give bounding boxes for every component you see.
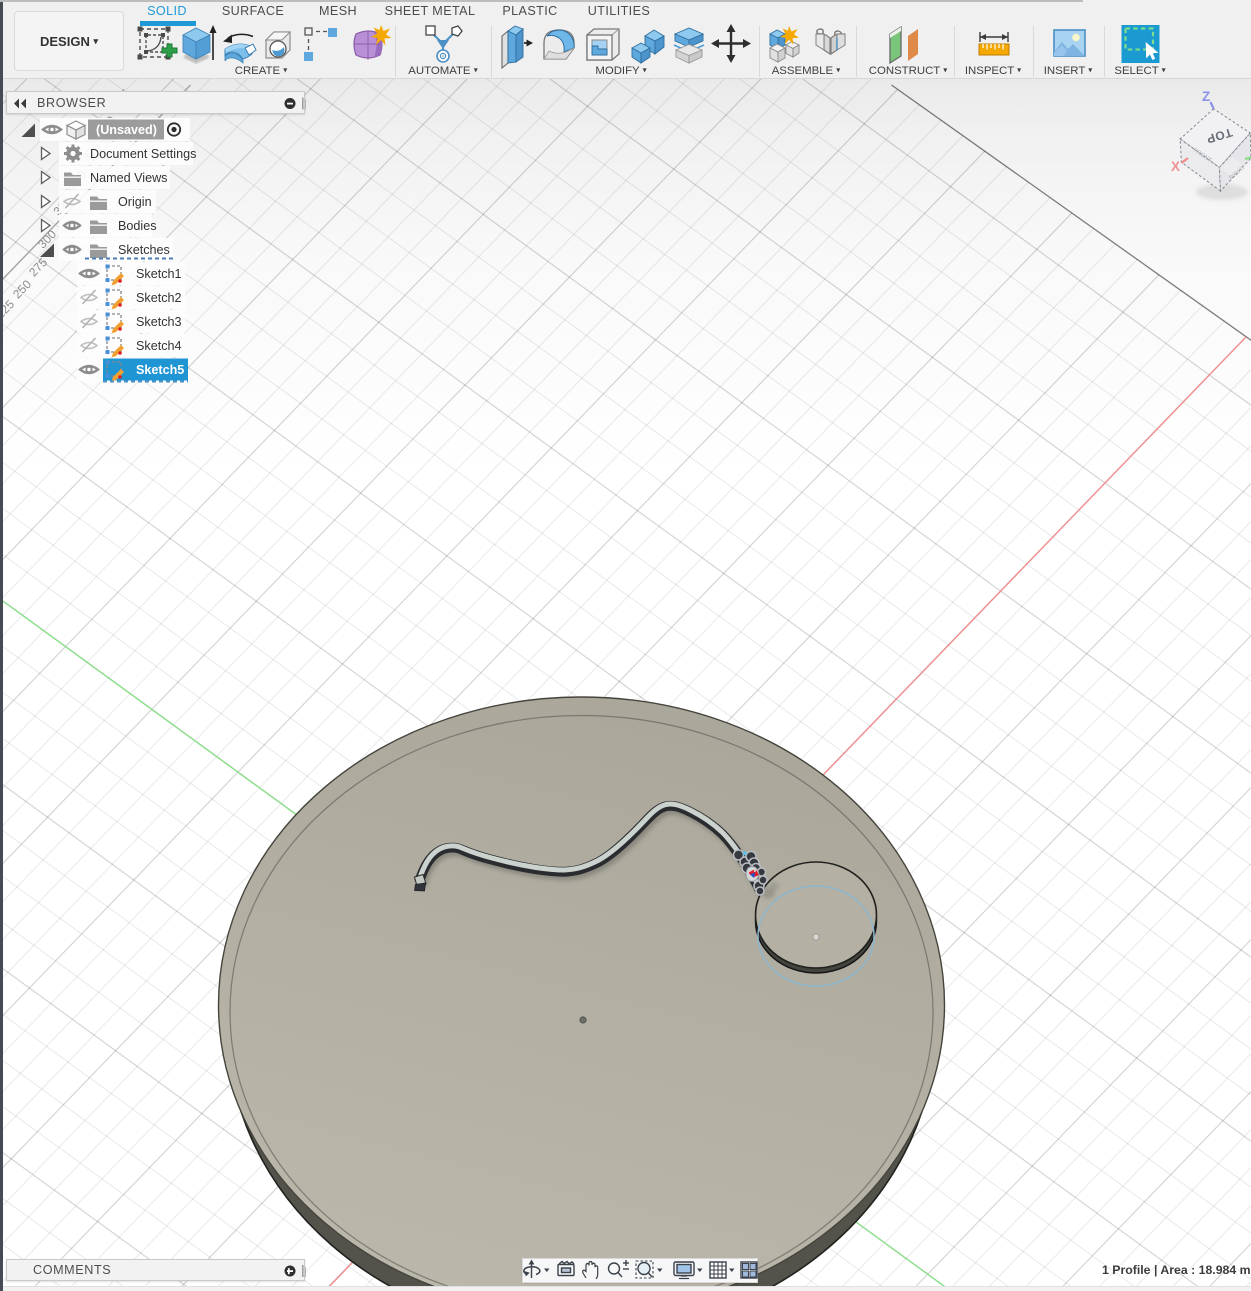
svg-text:X: X [1171, 159, 1180, 174]
svg-text:Sketch4: Sketch4 [136, 339, 182, 353]
svg-text:(Unsaved): (Unsaved) [96, 123, 157, 137]
svg-text:Named Views: Named Views [90, 171, 167, 185]
svg-text:Sketch5: Sketch5 [136, 363, 184, 377]
svg-text:Sketches: Sketches [118, 243, 170, 257]
svg-text:Origin: Origin [118, 195, 152, 209]
svg-text:Sketch1: Sketch1 [136, 267, 182, 281]
svg-text:Document Settings: Document Settings [90, 147, 196, 161]
svg-text:Z: Z [1202, 89, 1210, 104]
svg-text:Sketch3: Sketch3 [136, 315, 182, 329]
svg-text:Bodies: Bodies [118, 219, 157, 233]
svg-text:Sketch2: Sketch2 [136, 291, 182, 305]
